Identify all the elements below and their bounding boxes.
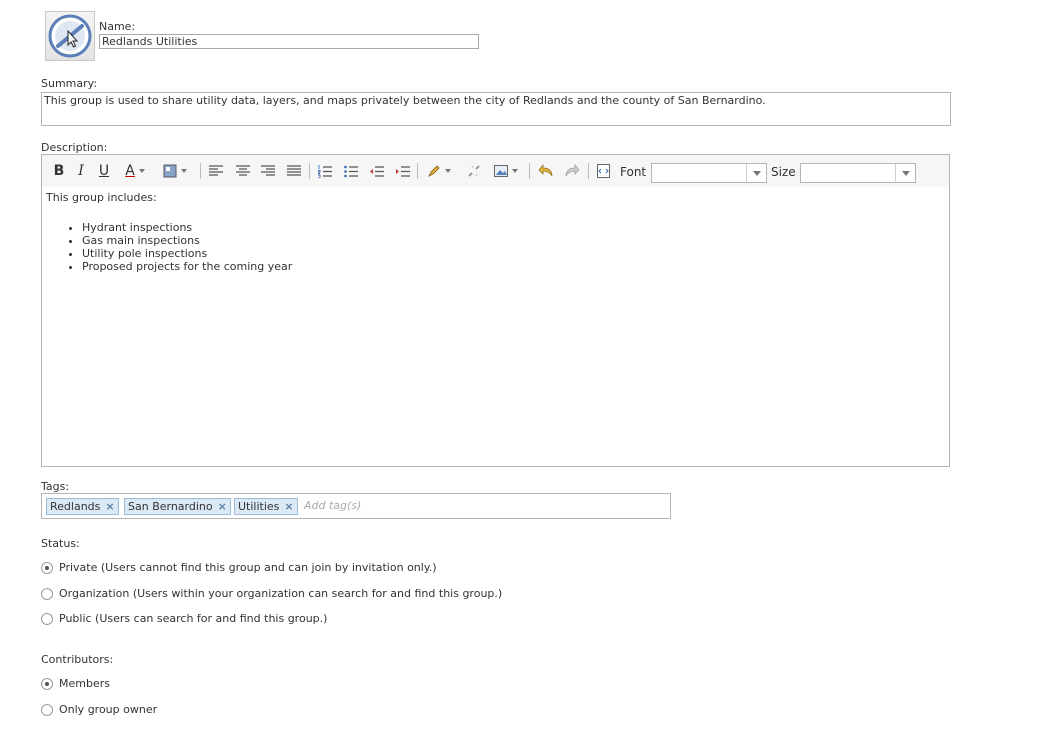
list-item: Utility pole inspections — [82, 247, 292, 260]
remove-tag-icon[interactable]: × — [284, 500, 293, 513]
underline-button[interactable]: U — [97, 161, 111, 181]
editor-content[interactable]: This group includes: Hydrant inspections… — [46, 191, 292, 273]
status-option-public[interactable]: Public (Users can search for and find th… — [41, 612, 327, 625]
image-icon — [494, 165, 508, 177]
status-label: Status: — [41, 537, 80, 550]
tags-input[interactable]: Redlands × San Bernardino × Utilities × Add… — [41, 493, 671, 519]
status-option-label: Organization (Users within your organiza… — [59, 587, 503, 600]
contributors-option-label: Only group owner — [59, 703, 158, 716]
undo-icon — [538, 164, 553, 177]
size-label: Size — [771, 165, 796, 179]
name-label: Name: — [99, 20, 136, 33]
description-list: Hydrant inspections Gas main inspections… — [46, 221, 292, 273]
tag-chip: Redlands × — [46, 498, 119, 515]
tag-chip: Utilities × — [234, 498, 298, 515]
link-button[interactable] — [424, 161, 454, 181]
size-select[interactable] — [800, 163, 916, 183]
radio-button[interactable] — [41, 587, 53, 600]
align-center-icon — [236, 165, 250, 176]
status-option-private[interactable]: Private (Users cannot find this group an… — [41, 561, 437, 574]
status-option-organization[interactable]: Organization (Users within your organiza… — [41, 587, 502, 600]
bullet-list-button[interactable] — [343, 161, 359, 181]
radio-button[interactable] — [41, 703, 53, 716]
contributors-option-members[interactable]: Members — [41, 677, 110, 690]
unlink-button[interactable] — [466, 161, 482, 181]
undo-button[interactable] — [537, 161, 555, 181]
italic-button[interactable]: I — [74, 161, 88, 181]
status-option-label: Public (Users can search for and find th… — [59, 612, 328, 625]
redo-icon — [565, 164, 580, 177]
chevron-down-icon — [895, 164, 915, 182]
font-select[interactable] — [651, 163, 767, 183]
radio-button[interactable] — [41, 677, 53, 690]
highlight-color-button[interactable] — [160, 161, 190, 181]
list-item: Gas main inspections — [82, 234, 292, 247]
description-label: Description: — [41, 141, 108, 154]
radio-button[interactable] — [41, 561, 53, 574]
numbered-list-icon — [318, 164, 332, 178]
align-left-button[interactable] — [208, 161, 224, 181]
description-intro: This group includes: — [46, 191, 157, 204]
font-color-button[interactable]: A — [120, 161, 150, 181]
source-icon — [596, 164, 610, 178]
view-source-button[interactable] — [595, 161, 611, 181]
bullet-list-icon — [344, 165, 358, 177]
contributors-label: Contributors: — [41, 653, 114, 666]
justify-icon — [287, 165, 301, 176]
summary-textarea[interactable]: This group is used to share utility data… — [41, 92, 951, 126]
tag-chip: San Bernardino × — [124, 498, 231, 515]
add-tag-placeholder[interactable]: Add tag(s) — [304, 499, 361, 512]
list-item: Hydrant inspections — [82, 221, 292, 234]
align-left-icon — [209, 165, 223, 176]
align-center-button[interactable] — [235, 161, 251, 181]
tag-label: Utilities — [238, 500, 280, 513]
redo-button[interactable] — [563, 161, 581, 181]
description-editor[interactable]: B I U A Font Size This group includes: •… — [41, 154, 950, 467]
insert-image-button[interactable] — [491, 161, 521, 181]
tags-label: Tags: — [41, 480, 70, 493]
indent-button[interactable] — [394, 161, 410, 181]
radio-button[interactable] — [41, 612, 53, 625]
pencil-link-icon — [428, 165, 440, 177]
bold-button[interactable]: B — [52, 161, 66, 181]
status-option-label: Private (Users cannot find this group an… — [59, 561, 437, 574]
tag-label: Redlands — [50, 500, 101, 513]
contributors-option-label: Members — [59, 677, 110, 690]
no-symbol-icon — [48, 14, 92, 58]
contributors-option-owner[interactable]: Only group owner — [41, 703, 157, 716]
highlight-color-icon — [163, 164, 177, 178]
name-input[interactable] — [99, 34, 479, 49]
unlink-icon — [468, 165, 480, 177]
remove-tag-icon[interactable]: × — [218, 500, 227, 513]
align-right-icon — [261, 165, 275, 176]
numbered-list-button[interactable] — [317, 161, 333, 181]
justify-button[interactable] — [286, 161, 302, 181]
chevron-down-icon — [746, 164, 766, 182]
align-right-button[interactable] — [260, 161, 276, 181]
list-item: Proposed projects for the coming year — [82, 260, 292, 273]
tag-label: San Bernardino — [128, 500, 213, 513]
editor-toolbar: B I U A Font Size — [42, 155, 949, 187]
outdent-icon — [369, 165, 384, 177]
font-label: Font — [620, 165, 647, 179]
indent-icon — [395, 165, 410, 177]
group-thumbnail[interactable] — [45, 11, 95, 61]
remove-tag-icon[interactable]: × — [105, 500, 114, 513]
summary-label: Summary: — [41, 77, 98, 90]
font-color-icon: A — [125, 163, 135, 179]
outdent-button[interactable] — [368, 161, 384, 181]
